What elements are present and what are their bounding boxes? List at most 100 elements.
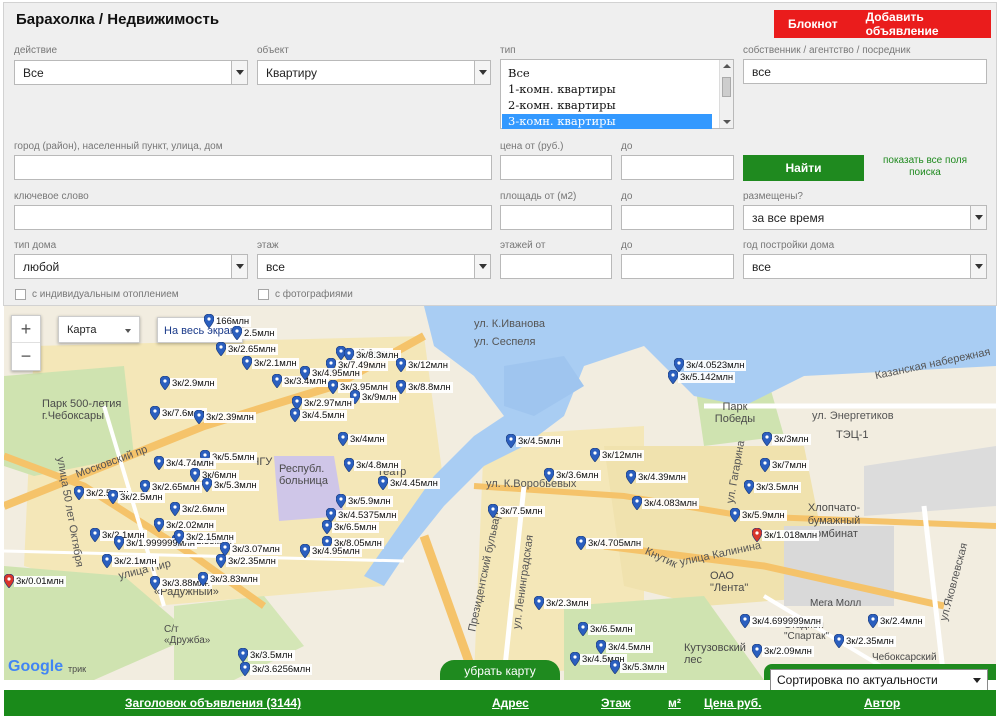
map-pin-icon[interactable] — [578, 622, 588, 636]
map-pin-icon[interactable] — [668, 370, 678, 384]
map-pin-icon[interactable] — [868, 614, 878, 628]
map-pin-icon[interactable] — [154, 456, 164, 470]
map-pin-icon[interactable] — [232, 326, 242, 340]
map-pin-icon[interactable] — [336, 494, 346, 508]
city-input[interactable] — [14, 155, 492, 180]
with-photos-checkbox[interactable] — [258, 289, 269, 300]
map-pin-price-label[interactable]: 3к/4.5млн — [516, 436, 563, 447]
map-pin-price-label[interactable]: 3к/5.3млн — [212, 480, 259, 491]
floors-from-input[interactable] — [500, 254, 612, 279]
map-pin-icon[interactable] — [150, 576, 160, 590]
map-pin-price-label[interactable]: 3к/5.3млн — [620, 662, 667, 673]
map-pin-icon[interactable] — [744, 480, 754, 494]
column-floor[interactable]: Этаж — [601, 696, 631, 710]
column-author[interactable]: Автор — [864, 696, 900, 710]
map-pin-price-label[interactable]: 3к/3.6млн — [554, 470, 601, 481]
map-pin-price-label[interactable]: 3к/4.45млн — [388, 478, 440, 489]
map-pin-icon[interactable] — [752, 528, 762, 542]
column-area[interactable]: м² — [668, 696, 681, 710]
map-pin-icon[interactable] — [596, 640, 606, 654]
map-pin-price-label[interactable]: 3к/3.83млн — [208, 574, 260, 585]
type-option[interactable]: Все — [502, 66, 712, 81]
map-pin-icon[interactable] — [108, 490, 118, 504]
map-pin-price-label[interactable]: 3к/2.65млн — [226, 344, 278, 355]
map-pin-icon[interactable] — [300, 544, 310, 558]
map-pin-icon[interactable] — [300, 366, 310, 380]
map-pin-price-label[interactable]: 3к/3.5млн — [754, 482, 801, 493]
map-pin-price-label[interactable]: 3к/7млн — [770, 460, 809, 471]
map-pin-icon[interactable] — [190, 468, 200, 482]
map-pin-icon[interactable] — [760, 458, 770, 472]
map-pin-icon[interactable] — [752, 644, 762, 658]
type-option[interactable]: 1-комн. квартиры — [502, 82, 712, 97]
column-title[interactable]: Заголовок объявления (3144) — [125, 696, 301, 710]
map-pin-price-label[interactable]: 3к/5.142млн — [678, 372, 736, 383]
map-pin-price-label[interactable]: 3к/4.95млн — [310, 368, 362, 379]
map-pin-price-label[interactable]: 3к/6.5млн — [588, 624, 635, 635]
map-pin-icon[interactable] — [534, 596, 544, 610]
map-pin-price-label[interactable]: 3к/2.1млн — [252, 358, 299, 369]
map-pin-price-label[interactable]: 3к/2.09млн — [762, 646, 814, 657]
type-listbox[interactable]: Все 1-комн. квартиры 2-комн. квартиры 3-… — [500, 59, 734, 129]
type-option[interactable]: 2-комн. квартиры — [502, 98, 712, 113]
map-pin-price-label[interactable]: 3к/6.5млн — [332, 522, 379, 533]
house-type-select[interactable]: любой — [14, 254, 248, 279]
column-price[interactable]: Цена руб. — [704, 696, 761, 710]
map-pin-price-label[interactable]: 3к/2.5млн — [118, 492, 165, 503]
area-from-input[interactable] — [500, 205, 612, 230]
map-view[interactable]: + − Карта На весь экран Парк 500-летия г… — [4, 306, 996, 680]
map-pin-icon[interactable] — [570, 652, 580, 666]
map-pin-price-label[interactable]: 3к/2.1млн — [112, 556, 159, 567]
notepad-button[interactable]: Блокнот — [788, 17, 838, 31]
map-pin-icon[interactable] — [194, 410, 204, 424]
map-pin-icon[interactable] — [632, 496, 642, 510]
map-pin-icon[interactable] — [198, 572, 208, 586]
map-pin-price-label[interactable]: 3к/2.39млн — [204, 412, 256, 423]
map-pin-icon[interactable] — [74, 486, 84, 500]
map-pin-price-label[interactable]: 3к/2.97млн — [302, 398, 354, 409]
map-pin-price-label[interactable]: 3к/3млн — [772, 434, 811, 445]
map-pin-icon[interactable] — [4, 574, 14, 588]
map-pin-icon[interactable] — [290, 408, 300, 422]
posted-select[interactable]: за все время — [743, 205, 987, 230]
listbox-scrollbar[interactable] — [719, 60, 733, 128]
owner-field[interactable]: все — [743, 59, 987, 84]
find-button[interactable]: Найти — [743, 155, 864, 181]
map-pin-icon[interactable] — [114, 536, 124, 550]
map-type-select[interactable]: Карта — [58, 316, 140, 343]
map-pin-price-label[interactable]: 3к/4.5млн — [606, 642, 653, 653]
map-pin-icon[interactable] — [396, 358, 406, 372]
map-pin-icon[interactable] — [242, 356, 252, 370]
map-pin-icon[interactable] — [204, 314, 214, 328]
build-year-select[interactable]: все — [743, 254, 987, 279]
map-pin-price-label[interactable]: 3к/0.01млн — [14, 576, 66, 587]
map-pin-price-label[interactable]: 3к/2.6млн — [180, 504, 227, 515]
map-pin-price-label[interactable]: 3к/5.5млн — [210, 452, 257, 463]
map-pin-price-label[interactable]: 3к/2.9млн — [170, 378, 217, 389]
map-pin-icon[interactable] — [834, 634, 844, 648]
map-pin-price-label[interactable]: 3к/4.705млн — [586, 538, 644, 549]
map-pin-price-label[interactable]: 3к/2.3млн — [544, 598, 591, 609]
map-pin-price-label[interactable]: 3к/8.8млн — [406, 382, 453, 393]
floor-select[interactable]: все — [257, 254, 491, 279]
map-pin-price-label[interactable]: 3к/12млн — [600, 450, 644, 461]
map-pin-icon[interactable] — [160, 376, 170, 390]
object-select[interactable]: Квартиру — [257, 60, 491, 85]
map-pin-icon[interactable] — [216, 342, 226, 356]
map-pin-price-label[interactable]: 3к/4.0523млн — [684, 360, 747, 371]
scroll-up-icon[interactable] — [723, 64, 731, 68]
keyword-input[interactable] — [14, 205, 492, 230]
map-pin-price-label[interactable]: 3к/2.02млн — [164, 520, 216, 531]
scroll-thumb[interactable] — [722, 77, 731, 97]
column-address[interactable]: Адрес — [492, 696, 529, 710]
map-pin-icon[interactable] — [216, 554, 226, 568]
map-pin-icon[interactable] — [102, 554, 112, 568]
map-pin-icon[interactable] — [202, 478, 212, 492]
map-pin-icon[interactable] — [344, 458, 354, 472]
map-pin-price-label[interactable]: 3к/5.9млн — [740, 510, 787, 521]
floors-to-input[interactable] — [621, 254, 734, 279]
map-pin-icon[interactable] — [590, 448, 600, 462]
map-pin-icon[interactable] — [322, 520, 332, 534]
map-pin-price-label[interactable]: 3к/2.4млн — [878, 616, 925, 627]
scroll-down-icon[interactable] — [723, 120, 731, 124]
